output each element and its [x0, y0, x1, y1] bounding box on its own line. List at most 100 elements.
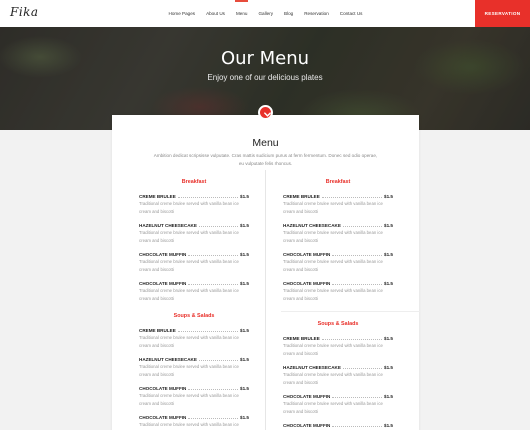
menu-item-price: $1.5 [240, 385, 249, 391]
reservation-button[interactable]: RESERVATION [475, 0, 530, 27]
nav-item-contact-us[interactable]: Contact Us [334, 0, 368, 27]
chevron-down-icon [264, 112, 271, 117]
menu-item: CHOCOLATE MUFFIN$1.5Traditional creme br… [283, 250, 393, 279]
dot-leader [321, 338, 383, 340]
menu-item-price: $1.5 [240, 356, 249, 362]
scroll-down-badge[interactable] [258, 105, 273, 120]
menu-item-price: $1.5 [384, 193, 393, 199]
section-title-breakfast: Breakfast [325, 179, 351, 185]
dot-leader [188, 254, 239, 256]
menu-item: CHOCOLATE MUFFIN $1.5Traditional creme br… [139, 413, 249, 430]
menu-item-description: Traditional creme brulee served with van… [139, 364, 239, 377]
menu-item-name: CREME BRULEE [139, 193, 176, 199]
menu-item-header: CHOCOLATE MUFFIN $1.5 [139, 279, 249, 287]
menu-item-description: Traditional creme brulee served with van… [283, 343, 383, 356]
main-menu: Home Pages About Us Menu Gallery Blog Re… [163, 0, 368, 27]
dot-leader [177, 330, 239, 332]
section-title-soups-salads: Soups & Salads [317, 321, 359, 327]
menu-item-header: CHOCOLATE MUFFIN $1.5 [139, 384, 249, 392]
dot-leader [332, 254, 383, 256]
menu-item-price: $1.5 [240, 222, 249, 228]
menu-item-header: CHOCOLATE MUFFIN $1.5 [139, 250, 249, 258]
menu-item-description: Traditional creme brulee served with van… [283, 230, 383, 243]
hero-title: Our Menu [220, 48, 310, 69]
dot-leader [332, 283, 383, 285]
nav-item-about-us[interactable]: About Us [201, 0, 231, 27]
menu-item-header: CREME BRULEE $1.5 [139, 192, 249, 200]
section-title-breakfast: Breakfast [181, 179, 207, 185]
menu-item: CHOCOLATE MUFFIN$1.5Traditional creme br… [283, 421, 393, 430]
nav-item-home-pages[interactable]: Home Pages [163, 0, 201, 27]
menu-item-price: $1.5 [384, 335, 393, 341]
dot-leader [342, 225, 383, 227]
menu-item-price: $1.5 [384, 364, 393, 370]
menu-item: CHOCOLATE MUFFIN$1.5Traditional creme br… [139, 250, 249, 279]
dot-leader [198, 359, 239, 361]
menu-item-price: $1.5 [240, 327, 249, 333]
dot-leader [198, 225, 239, 227]
menu-item-header: CHOCOLATE MUFFIN $1.5 [139, 413, 249, 421]
menu-item-description: Traditional creme brulee served with van… [139, 230, 239, 243]
menu-item: CREME BRULEE $1.5 Traditional creme brulee… [139, 326, 249, 355]
top-navbar: Fika Home Pages About Us Menu Gallery Bl… [0, 0, 530, 27]
menu-item-name: HAZELNUT CHEESECAKE [283, 364, 341, 370]
dot-leader [342, 367, 383, 369]
menu-item: CHOCOLATE MUFFIN $1.5Traditional creme br… [283, 279, 393, 308]
menu-item-price: $1.5 [240, 251, 249, 257]
menu-item-name: CHOCOLATE MUFFIN [283, 280, 331, 286]
nav-item-gallery[interactable]: Gallery [253, 0, 279, 27]
nav-item-menu[interactable]: Menu [230, 0, 253, 27]
column-divider [265, 170, 266, 430]
menu-item-header: HAZELNUT CHEESECAKE $1.5 [139, 355, 249, 363]
menu-item-header: CHOCOLATE MUFFIN $1.5 [283, 421, 393, 429]
menu-item-price: $1.5 [384, 251, 393, 257]
menu-item: CREME BRULEE $1.5 Traditional creme brulee… [283, 334, 393, 363]
menu-item-name: CREME BRULEE [139, 327, 176, 333]
menu-column-left: Breakfast CREME BRULEE $1.5 Traditional cr… [139, 178, 249, 430]
menu-item-name: CHOCOLATE MUFFIN [283, 422, 331, 428]
menu-item-header: CREME BRULEE $1.5 [139, 326, 249, 334]
menu-item-description: Traditional creme brulee served with van… [283, 288, 383, 301]
menu-item-price: $1.5 [384, 222, 393, 228]
menu-item-header: HAZELNUT CHEESECAKE $1.5 [283, 221, 393, 229]
menu-item-description: Traditional creme brulee served with van… [139, 335, 239, 348]
menu-item: HAZELNUT CHEESECAKE $1.5 Traditional creme… [283, 363, 393, 392]
menu-item-name: HAZELNUT CHEESECAKE [139, 356, 197, 362]
menu-item: HAZELNUT CHEESECAKE $1.5 Traditional creme… [283, 221, 393, 250]
menu-item: CREME BRULEE $1.5 Traditional creme brulee… [139, 192, 249, 221]
menu-item-price: $1.5 [384, 280, 393, 286]
menu-item-description: Traditional creme brulee served with van… [139, 422, 239, 430]
menu-item-name: CHOCOLATE MUFFIN [139, 414, 187, 420]
menu-item: HAZELNUT CHEESECAKE $1.5 Traditional creme… [139, 355, 249, 384]
menu-item: HAZELNUT CHEESECAKE $1.5 Traditional creme… [139, 221, 249, 250]
dot-leader [188, 283, 239, 285]
menu-item-header: CREME BRULEE $1.5 [283, 334, 393, 342]
menu-item-description: Traditional creme brulee served with van… [139, 201, 239, 214]
menu-item-description: Traditional creme brulee served with van… [283, 372, 383, 385]
menu-item-header: CHOCOLATE MUFFIN $1.5 [283, 250, 393, 258]
menu-item-description: Traditional creme brulee served with van… [283, 401, 383, 414]
menu-item: CREME BRULEE $1.5 Traditional creme brulee… [283, 192, 393, 221]
menu-item: CHOCOLATE MUFFIN$1.5Traditional creme br… [139, 384, 249, 413]
menu-item-header: CHOCOLATE MUFFIN $1.5 [283, 279, 393, 287]
menu-item-name: HAZELNUT CHEESECAKE [283, 222, 341, 228]
dot-leader [177, 196, 239, 198]
menu-item-price: $1.5 [384, 422, 393, 428]
logo[interactable]: Fika [10, 5, 39, 19]
section-divider [281, 311, 420, 312]
menu-item-header: CREME BRULEE $1.5 [283, 192, 393, 200]
menu-item-name: HAZELNUT CHEESECAKE [139, 222, 197, 228]
menu-item-price: $1.5 [240, 280, 249, 286]
dot-leader [332, 425, 383, 427]
dot-leader [188, 417, 239, 419]
menu-item-name: CHOCOLATE MUFFIN [139, 280, 187, 286]
nav-item-blog[interactable]: Blog [279, 0, 299, 27]
menu-item-name: CHOCOLATE MUFFIN [283, 393, 331, 399]
menu-item-name: CHOCOLATE MUFFIN [139, 251, 187, 257]
menu-item-description: Traditional creme brulee served with van… [139, 288, 239, 301]
menu-item-price: $1.5 [240, 414, 249, 420]
menu-item-description: Traditional creme brulee served with van… [283, 201, 383, 214]
menu-card-description: Ambition dedicat scripsisse vulputate. C… [153, 153, 378, 166]
menu-item-description: Traditional creme brulee served with van… [139, 393, 239, 406]
nav-item-reservation[interactable]: Reservation [299, 0, 335, 27]
